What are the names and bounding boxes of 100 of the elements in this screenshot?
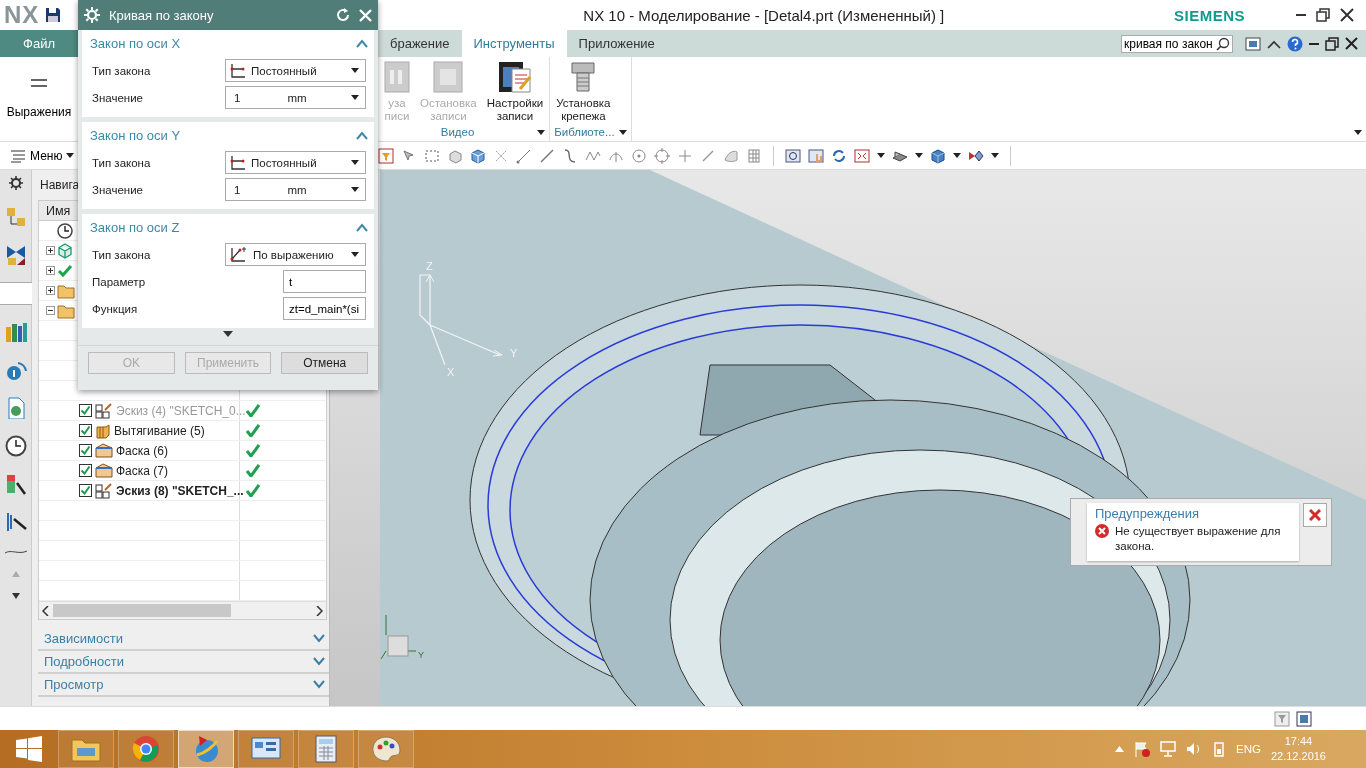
- taskbar-button[interactable]: [358, 730, 414, 768]
- field-label: Тип закона: [92, 156, 152, 169]
- checkbox-icon[interactable]: [79, 464, 92, 477]
- expand-icon[interactable]: [45, 246, 55, 255]
- line-icon[interactable]: [539, 147, 555, 164]
- law-type-dropdown[interactable]: Постоянный: [225, 59, 366, 82]
- checkbox-icon[interactable]: [79, 484, 92, 497]
- taskbar-button[interactable]: [298, 730, 354, 768]
- rotate-icon[interactable]: [831, 147, 847, 164]
- dropdown-caret-icon: [1354, 130, 1362, 135]
- settings-icon[interactable]: [8, 176, 23, 190]
- help-icon[interactable]: [1287, 35, 1303, 52]
- scroll-right-icon[interactable]: [316, 605, 323, 616]
- input-field[interactable]: zt=d_main*(si: [283, 297, 366, 320]
- more-options-icon[interactable]: [223, 331, 233, 337]
- cube-icon[interactable]: [470, 147, 486, 164]
- expand-icon[interactable]: [45, 286, 55, 295]
- equals-icon: [31, 79, 47, 87]
- checkbox-icon[interactable]: [79, 444, 92, 457]
- warning-message: Не существует выражение для закона.: [1115, 524, 1282, 554]
- menu-icon: [10, 148, 26, 163]
- input-field[interactable]: t: [283, 270, 366, 293]
- curve-line-icon: [4, 549, 27, 555]
- caret-icon: [991, 153, 999, 158]
- close-icon[interactable]: [1345, 37, 1358, 50]
- scroll-down-icon[interactable]: [11, 593, 20, 599]
- scroll-left-icon[interactable]: [42, 605, 49, 616]
- field-label: Параметр: [92, 275, 147, 288]
- chevron-up-icon[interactable]: [356, 131, 368, 140]
- tab[interactable]: бражение: [378, 30, 462, 57]
- taskbar-button[interactable]: [118, 730, 174, 768]
- circle-point-icon[interactable]: [631, 147, 647, 164]
- film-document-icon: [497, 61, 532, 93]
- tab[interactable]: Файл: [0, 30, 78, 57]
- circle-icon[interactable]: [654, 147, 670, 164]
- taskbar-button[interactable]: [238, 730, 294, 768]
- law-type-dropdown[interactable]: Постоянный: [225, 151, 366, 174]
- ribbon-button[interactable]: Настройки записи: [484, 59, 546, 125]
- scrollbar-thumb[interactable]: [53, 604, 231, 617]
- folder-icon: [57, 302, 75, 319]
- window-icon[interactable]: [1296, 710, 1312, 727]
- chevron-up-icon[interactable]: [1267, 38, 1281, 49]
- close-icon: [1309, 509, 1321, 521]
- section-header[interactable]: Просмотр: [38, 674, 329, 697]
- folder-icon: [71, 736, 101, 762]
- section-header[interactable]: Подробности: [38, 651, 329, 674]
- chevron-up-icon[interactable]: [356, 39, 368, 48]
- assembly-icon[interactable]: [4, 206, 27, 228]
- axis-label: Y: [418, 650, 424, 660]
- window-icon[interactable]: [1245, 35, 1261, 52]
- filter-icon[interactable]: [1274, 710, 1290, 727]
- taskbar-button[interactable]: [58, 730, 114, 768]
- menu-button[interactable]: Меню: [0, 148, 78, 163]
- books-icon[interactable]: [4, 321, 27, 343]
- minimize-icon[interactable]: [1309, 42, 1319, 45]
- line-icon[interactable]: [516, 147, 532, 164]
- restore-icon[interactable]: [1325, 36, 1339, 51]
- checkbox-icon[interactable]: [79, 424, 92, 437]
- tree-item[interactable]: Фаска (6): [116, 443, 168, 458]
- cube-icon: [57, 242, 73, 259]
- tab[interactable]: Приложение: [566, 30, 667, 57]
- value-field[interactable]: 1 mm: [225, 178, 366, 201]
- reset-icon[interactable]: [336, 8, 350, 22]
- tree-item[interactable]: Вытягивание (5): [114, 423, 205, 438]
- dialog-button[interactable]: Отмена: [281, 352, 368, 374]
- ribbon-button[interactable]: Установка крепежа: [554, 59, 613, 125]
- settings-icon: [84, 7, 100, 23]
- expressions-button[interactable]: Выражения: [0, 57, 78, 141]
- brand-logo: SIEMENS: [1174, 6, 1245, 24]
- chevron-up-icon[interactable]: [356, 223, 368, 232]
- dashed-rectangle-icon[interactable]: [424, 147, 440, 164]
- law-type-dropdown[interactable]: По выражению: [225, 243, 366, 266]
- cube-icon[interactable]: [930, 147, 946, 164]
- tray-caret-icon[interactable]: [1115, 746, 1124, 752]
- tree-item[interactable]: Фаска (7): [116, 463, 168, 478]
- filter-icon[interactable]: [378, 147, 394, 164]
- clock-icon[interactable]: [4, 435, 27, 457]
- caret-icon: [351, 68, 359, 73]
- taskbar-button[interactable]: [178, 730, 234, 768]
- group-label: Видео: [439, 126, 476, 138]
- save-icon[interactable]: [45, 7, 62, 23]
- field-label: Тип закона: [92, 248, 152, 261]
- section-header[interactable]: Зависимости: [38, 628, 329, 651]
- expand-icon[interactable]: [45, 266, 55, 275]
- zoom-icon[interactable]: [785, 147, 801, 164]
- control-panel-icon: [251, 736, 281, 762]
- restore-icon: [1316, 8, 1330, 22]
- close-icon: [1340, 8, 1354, 22]
- collapse-icon[interactable]: [45, 306, 55, 315]
- tab[interactable]: Инструменты: [461, 30, 567, 57]
- fit-icon[interactable]: [854, 147, 870, 164]
- field-label: Значение: [92, 183, 144, 196]
- info-icon[interactable]: [4, 359, 27, 381]
- tree-item[interactable]: Эскиз (8) "SKETCH_...: [116, 483, 244, 498]
- curve-icon[interactable]: [562, 147, 578, 164]
- value-field[interactable]: 1 mm: [225, 86, 366, 109]
- search-field[interactable]: кривая по закон: [1121, 34, 1233, 53]
- grid-icon[interactable]: [746, 147, 762, 164]
- flag-icon[interactable]: [1134, 741, 1150, 757]
- volume-icon[interactable]: [1186, 741, 1202, 757]
